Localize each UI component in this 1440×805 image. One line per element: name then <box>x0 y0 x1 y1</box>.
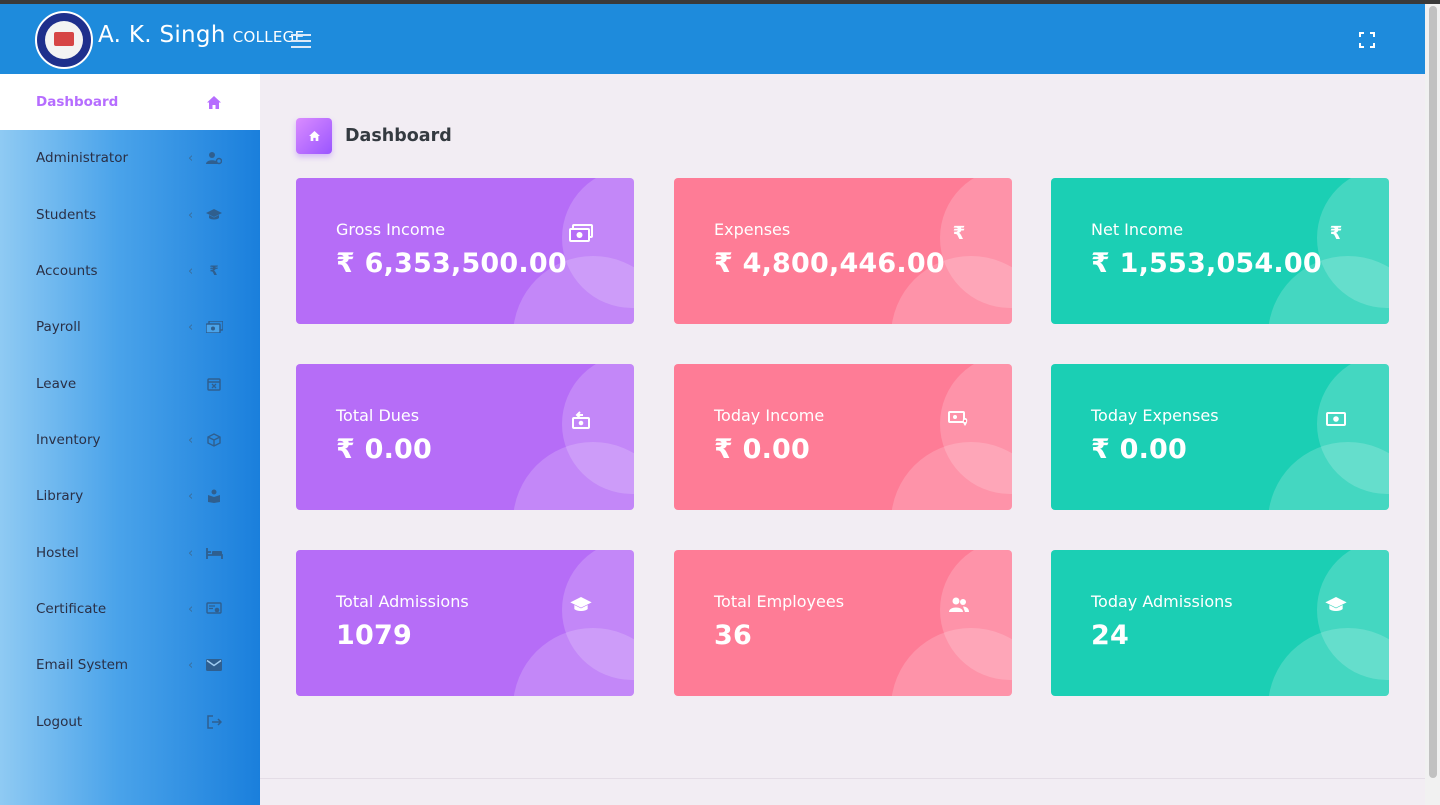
graduation-cap-icon <box>205 206 223 224</box>
envelope-icon <box>205 656 223 674</box>
chevron-left-icon: ‹ <box>188 263 194 279</box>
card-label: Gross Income <box>336 220 446 239</box>
cash-marker-icon <box>947 408 971 430</box>
sidebar-item-certificate[interactable]: Certificate ‹ <box>0 581 260 637</box>
sidebar-item-accounts[interactable]: Accounts ‹ ₹ <box>0 243 260 299</box>
rupee-icon: ₹ <box>952 222 966 244</box>
card-value: ₹ 0.00 <box>714 434 811 465</box>
calendar-x-icon <box>205 375 223 393</box>
sidebar-item-leave[interactable]: Leave <box>0 356 260 412</box>
chevron-left-icon: ‹ <box>188 150 194 166</box>
card-label: Today Admissions <box>1091 592 1233 611</box>
fullscreen-icon[interactable] <box>1358 31 1376 49</box>
sidebar-item-label: Dashboard <box>36 94 119 110</box>
chevron-left-icon: ‹ <box>188 545 194 561</box>
page-footer <box>260 778 1425 805</box>
card-value: ₹ 1,553,054.00 <box>1091 248 1322 279</box>
logo-book-icon <box>54 32 74 46</box>
stat-card-expenses[interactable]: Expenses ₹ 4,800,446.00 ₹ <box>674 178 1012 324</box>
chevron-left-icon: ‹ <box>188 432 194 448</box>
sidebar-item-students[interactable]: Students ‹ <box>0 187 260 243</box>
sidebar: Dashboard Administrator ‹ Students ‹ Acc… <box>0 74 260 805</box>
sidebar-item-label: Students <box>36 207 97 223</box>
home-icon <box>205 93 223 111</box>
card-label: Expenses <box>714 220 791 239</box>
sidebar-item-label: Logout <box>36 714 83 730</box>
card-value: ₹ 4,800,446.00 <box>714 248 945 279</box>
graduation-cap-icon <box>569 594 593 616</box>
card-label: Today Income <box>714 406 825 425</box>
chevron-left-icon: ‹ <box>188 319 194 335</box>
card-value: 24 <box>1091 620 1129 651</box>
sidebar-item-inventory[interactable]: Inventory ‹ <box>0 412 260 468</box>
card-value: 36 <box>714 620 752 651</box>
box-icon <box>205 431 223 449</box>
cash-icon <box>1324 408 1348 430</box>
stat-card-gross-income[interactable]: Gross Income ₹ 6,353,500.00 <box>296 178 634 324</box>
brand-name[interactable]: A. K. Singh COLLEGE <box>98 22 304 48</box>
users-icon <box>947 594 971 616</box>
stat-card-today-income[interactable]: Today Income ₹ 0.00 <box>674 364 1012 510</box>
rupee-icon: ₹ <box>1329 222 1343 244</box>
chevron-left-icon: ‹ <box>188 488 194 504</box>
sidebar-item-label: Hostel <box>36 545 79 561</box>
stat-card-net-income[interactable]: Net Income ₹ 1,553,054.00 ₹ <box>1051 178 1389 324</box>
sidebar-item-dashboard[interactable]: Dashboard <box>0 74 260 130</box>
chevron-left-icon: ‹ <box>188 207 194 223</box>
cash-icon <box>205 318 223 336</box>
user-gear-icon <box>205 149 223 167</box>
stat-card-today-admissions[interactable]: Today Admissions 24 <box>1051 550 1389 696</box>
certificate-icon <box>205 600 223 618</box>
sidebar-item-label: Payroll <box>36 319 81 335</box>
page-scrollbar[interactable] <box>1425 4 1440 805</box>
sidebar-item-payroll[interactable]: Payroll ‹ <box>0 299 260 355</box>
sidebar-item-label: Certificate <box>36 601 107 617</box>
logout-icon <box>205 713 223 731</box>
cash-multiple-icon <box>569 222 593 244</box>
sidebar-item-administrator[interactable]: Administrator ‹ <box>0 130 260 186</box>
stat-card-today-expenses[interactable]: Today Expenses ₹ 0.00 <box>1051 364 1389 510</box>
graduation-cap-icon <box>1324 594 1348 616</box>
hamburger-menu-icon[interactable] <box>291 34 311 48</box>
stat-card-total-employees[interactable]: Total Employees 36 <box>674 550 1012 696</box>
card-label: Net Income <box>1091 220 1184 239</box>
page-header: Dashboard <box>296 118 452 154</box>
chevron-left-icon: ‹ <box>188 657 194 673</box>
home-icon <box>296 118 332 154</box>
card-value: ₹ 0.00 <box>336 434 433 465</box>
sidebar-item-logout[interactable]: Logout <box>0 694 260 750</box>
top-navbar: A. K. Singh COLLEGE <box>0 4 1425 74</box>
card-label: Total Dues <box>336 406 420 425</box>
brand-main-text: A. K. Singh <box>98 22 226 48</box>
sidebar-item-label: Accounts <box>36 263 98 279</box>
sidebar-item-label: Leave <box>36 376 77 392</box>
stat-card-total-dues[interactable]: Total Dues ₹ 0.00 <box>296 364 634 510</box>
sidebar-item-label: Inventory <box>36 432 101 448</box>
scrollbar-thumb[interactable] <box>1429 6 1437 778</box>
card-label: Total Admissions <box>336 592 469 611</box>
book-reader-icon <box>205 487 223 505</box>
stat-card-total-admissions[interactable]: Total Admissions 1079 <box>296 550 634 696</box>
chevron-left-icon: ‹ <box>188 601 194 617</box>
sidebar-item-label: Administrator <box>36 150 129 166</box>
card-label: Today Expenses <box>1091 406 1219 425</box>
card-value: ₹ 0.00 <box>1091 434 1188 465</box>
bed-icon <box>205 544 223 562</box>
card-value: ₹ 6,353,500.00 <box>336 248 567 279</box>
page-title: Dashboard <box>345 126 452 146</box>
sidebar-item-library[interactable]: Library ‹ <box>0 468 260 524</box>
sidebar-item-label: Email System <box>36 657 129 673</box>
card-value: 1079 <box>336 620 412 651</box>
sidebar-item-hostel[interactable]: Hostel ‹ <box>0 525 260 581</box>
college-logo[interactable] <box>35 11 93 69</box>
cash-refund-icon <box>569 408 593 430</box>
card-label: Total Employees <box>714 592 845 611</box>
rupee-icon: ₹ <box>209 263 219 279</box>
sidebar-item-email-system[interactable]: Email System ‹ <box>0 637 260 693</box>
main-content: Dashboard Gross Income ₹ 6,353,500.00 Ex… <box>260 74 1425 779</box>
sidebar-item-label: Library <box>36 488 84 504</box>
